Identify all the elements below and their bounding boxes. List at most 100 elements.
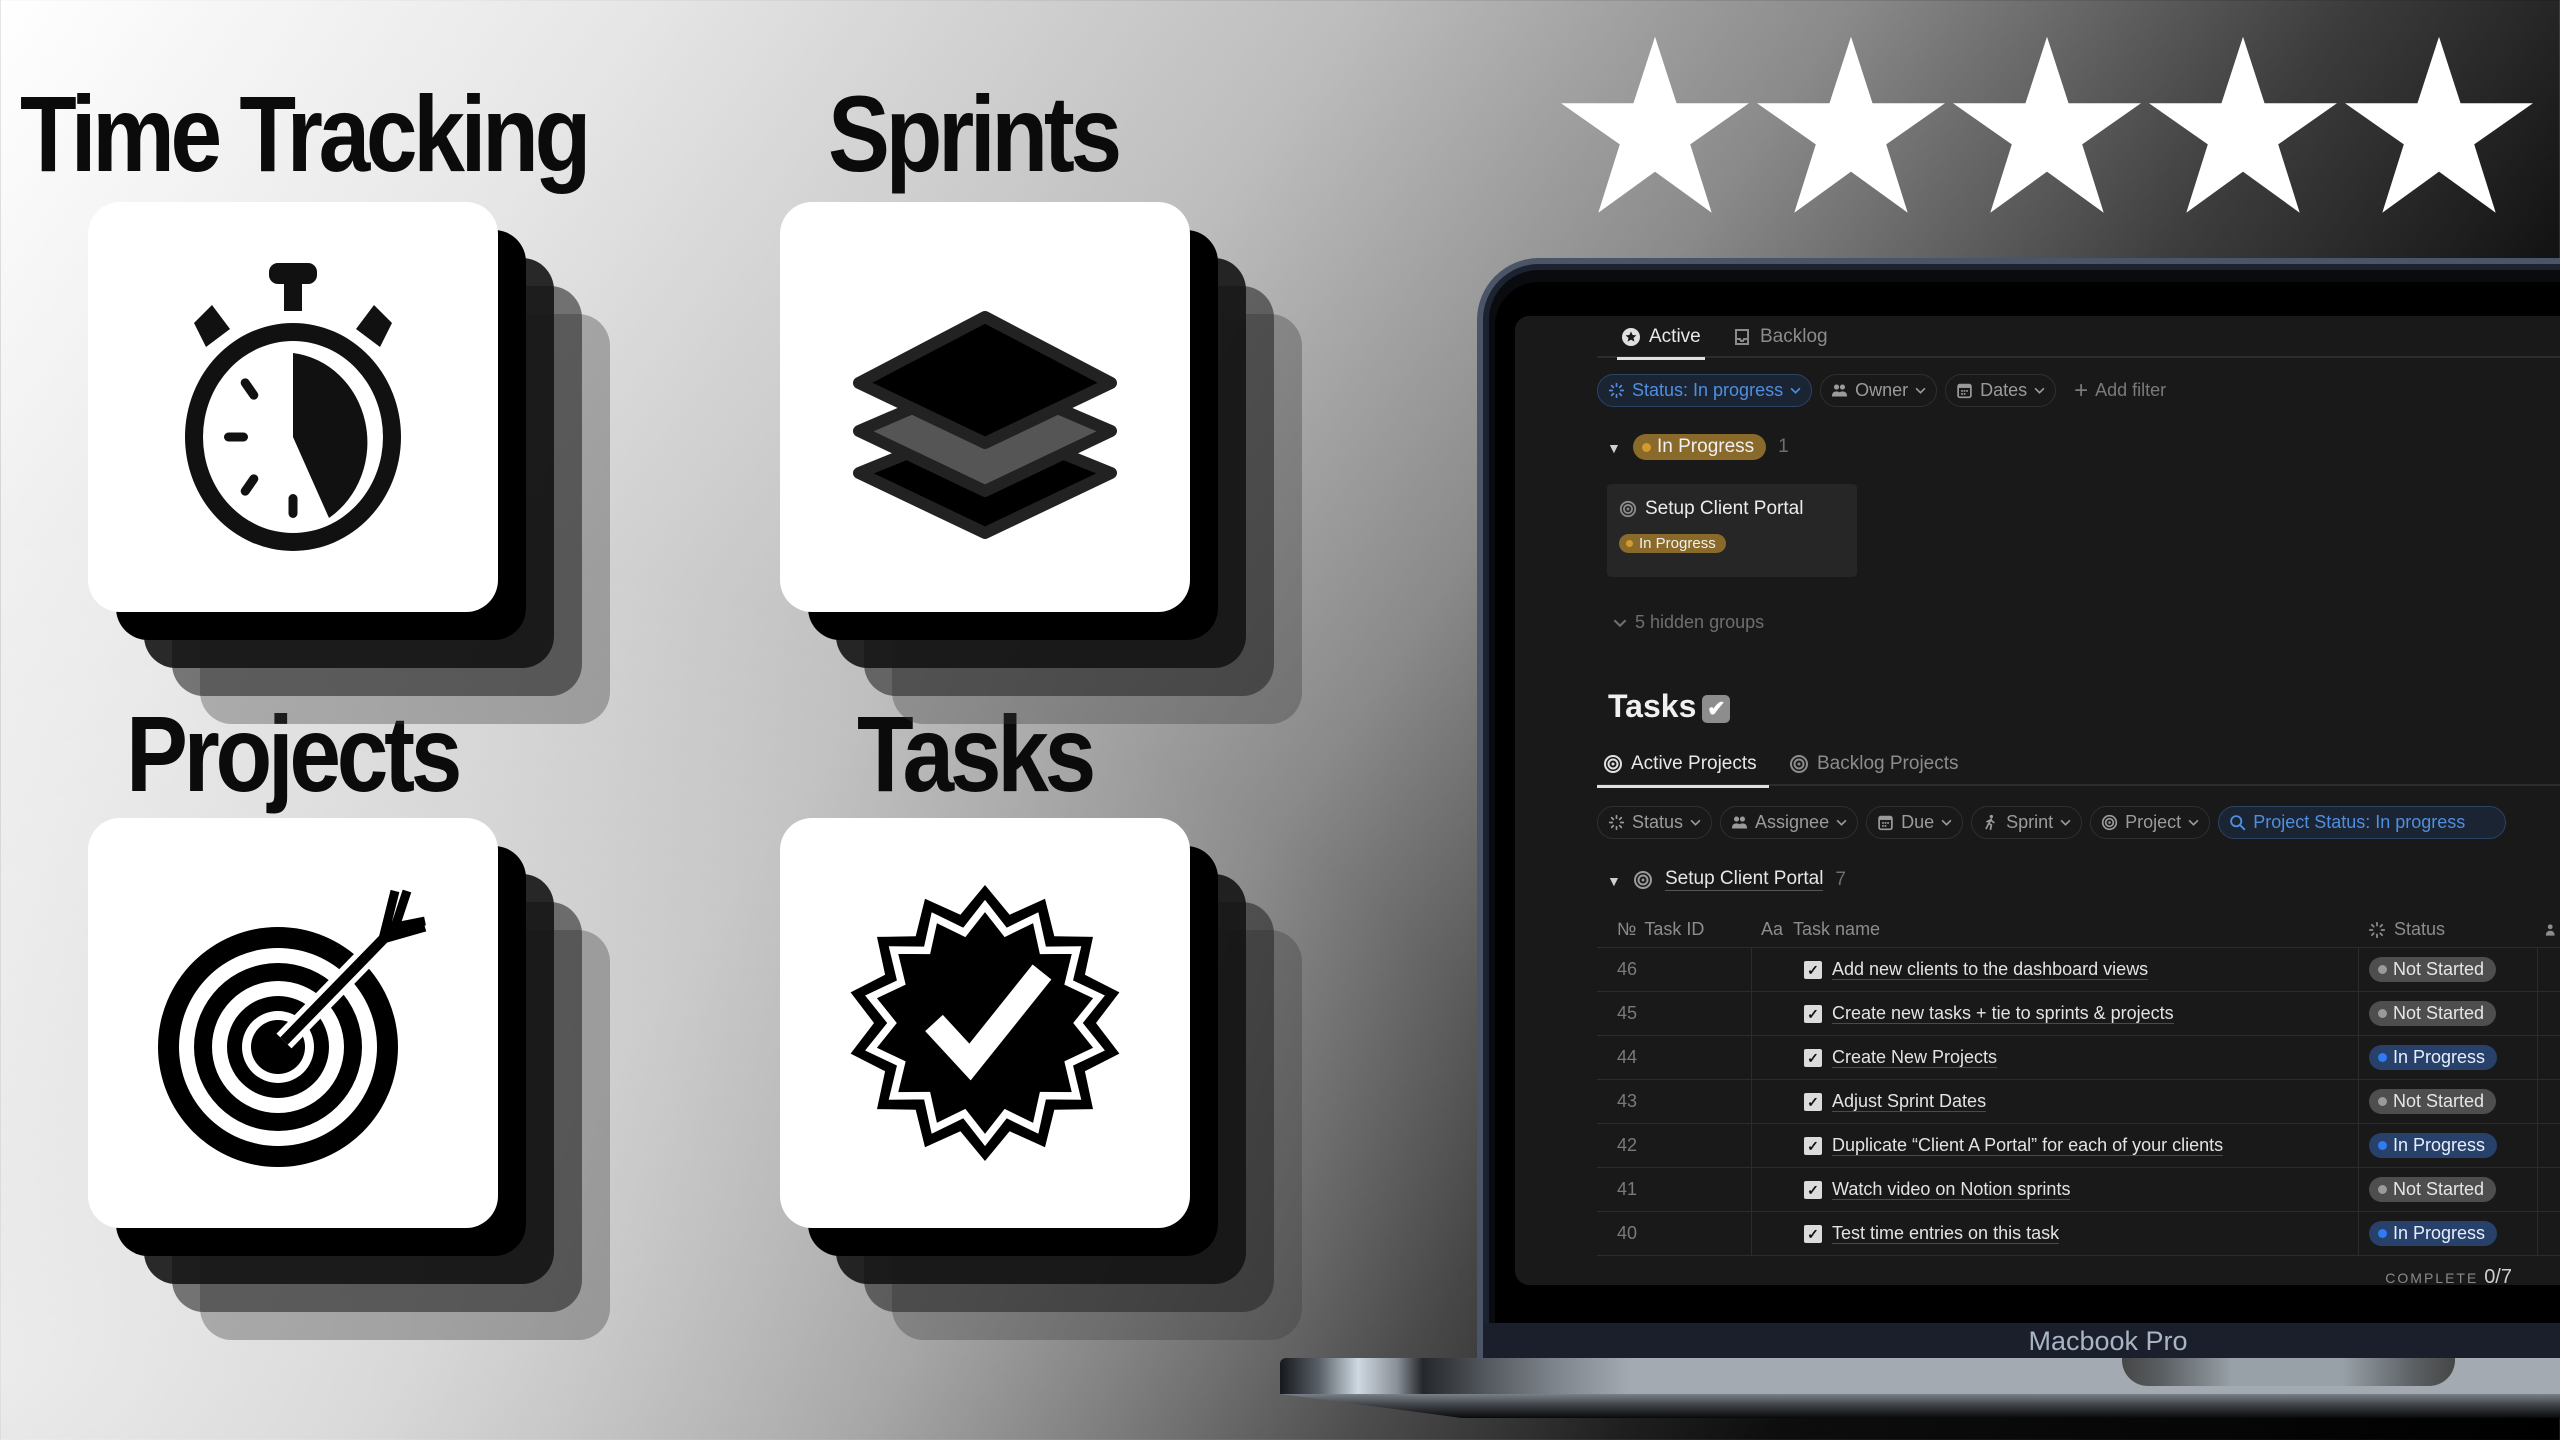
task-status-cell[interactable]: In Progress: [2358, 1036, 2537, 1079]
board-group-header[interactable]: ▼ In Progress 1: [1607, 434, 1789, 460]
task-name[interactable]: Adjust Sprint Dates: [1832, 1091, 1987, 1113]
task-assignee-cell[interactable]: [2537, 1124, 2560, 1167]
task-status-cell[interactable]: Not Started: [2358, 1080, 2537, 1123]
filter-assignee[interactable]: Assignee: [1720, 806, 1859, 839]
laptop-model-label: Macbook Pro: [2028, 1325, 2188, 1356]
stopwatch-icon: [185, 263, 401, 551]
table-row[interactable]: 46 ✓ Add new clients to the dashboard view…: [1597, 948, 2560, 992]
task-name[interactable]: Test time entries on this task: [1832, 1223, 2060, 1245]
filter-sprint[interactable]: Sprint: [1971, 806, 2083, 839]
task-assignee-cell[interactable]: [2537, 948, 2560, 991]
footer-label: COMPLETE: [2385, 1270, 2479, 1285]
checkbox-icon[interactable]: ✓: [1804, 1004, 1822, 1023]
search-icon: [2230, 815, 2246, 831]
star-icon: [1560, 36, 1750, 216]
task-id-cell: 45: [1617, 992, 1751, 1035]
task-name-cell[interactable]: ✓ Create new tasks + tie to sprints & pro…: [1751, 992, 2358, 1035]
status-tag: In Progress: [2369, 1221, 2498, 1246]
status-tag: Not Started: [2369, 1001, 2497, 1026]
column-header-assignee[interactable]: [2537, 912, 2560, 947]
feature-card-time-tracking: [88, 202, 610, 724]
group-title[interactable]: Setup Client Portal: [1665, 868, 1824, 891]
target-icon: [1604, 755, 1622, 773]
table-row[interactable]: 44 ✓ Create New Projects In Progress: [1597, 1036, 2560, 1080]
table-row[interactable]: 45 ✓ Create new tasks + tie to sprints & p…: [1597, 992, 2560, 1036]
layers-icon: [853, 311, 1117, 539]
filter-due[interactable]: Due: [1866, 806, 1964, 839]
table-row[interactable]: 42 ✓ Duplicate “Client A Portal” for each …: [1597, 1124, 2560, 1168]
hidden-groups-toggle[interactable]: 5 hidden groups: [1613, 612, 1764, 633]
filter-label: Owner: [1855, 380, 1909, 400]
task-name-cell[interactable]: ✓ Test time entries on this task: [1751, 1212, 2358, 1255]
task-name[interactable]: Create New Projects: [1832, 1047, 1998, 1069]
column-label: Status: [2394, 919, 2446, 939]
board-card-title: Setup Client Portal: [1645, 498, 1804, 519]
task-status-cell[interactable]: In Progress: [2358, 1212, 2537, 1255]
column-header-task-id[interactable]: № Task ID: [1617, 912, 1751, 947]
task-assignee-cell[interactable]: [2537, 1036, 2560, 1079]
task-assignee-cell[interactable]: [2537, 1080, 2560, 1123]
tab-label: Active: [1649, 326, 1701, 347]
status-tag-label: In Progress: [2393, 1223, 2486, 1243]
checkbox-icon[interactable]: ✓: [1804, 1180, 1822, 1199]
five-star-rating: [1560, 36, 2534, 216]
section-title-text: Tasks: [1608, 688, 1697, 724]
table-row[interactable]: 40 ✓ Test time entries on this task In Prog…: [1597, 1212, 2560, 1256]
target-icon: [1790, 755, 1808, 773]
tab-backlog-projects[interactable]: Backlog Projects: [1789, 742, 1959, 786]
task-id-cell: 46: [1617, 948, 1751, 991]
board-card[interactable]: Setup Client Portal In Progress: [1607, 484, 1857, 577]
status-tag-label: In Progress: [1639, 535, 1716, 552]
collapse-triangle-icon[interactable]: ▼: [1607, 440, 1621, 456]
table-row[interactable]: 41 ✓ Watch video on Notion sprints Not Star…: [1597, 1168, 2560, 1212]
filter-project[interactable]: Project: [2090, 806, 2211, 839]
status-tag-label: In Progress: [1657, 436, 1755, 457]
checkbox-icon[interactable]: ✓: [1804, 1092, 1822, 1111]
column-header-task-name[interactable]: Aa Task name: [1751, 912, 2358, 947]
task-name-cell[interactable]: ✓ Watch video on Notion sprints: [1751, 1168, 2358, 1211]
task-name-cell[interactable]: ✓ Add new clients to the dashboard views: [1751, 948, 2358, 991]
task-name[interactable]: Add new clients to the dashboard views: [1832, 959, 2149, 981]
filter-status[interactable]: Status: [1597, 806, 1713, 839]
checkbox-icon[interactable]: ✓: [1804, 1048, 1822, 1067]
running-icon: [1985, 814, 1995, 831]
task-assignee-cell[interactable]: [2537, 1168, 2560, 1211]
status-dot: [2378, 1009, 2387, 1018]
column-header-status[interactable]: Status: [2358, 912, 2537, 947]
task-id: 41: [1617, 1179, 1638, 1199]
filter-label: Due: [1901, 812, 1935, 832]
filter-owner[interactable]: Owner: [1820, 374, 1938, 407]
task-status-cell[interactable]: Not Started: [2358, 1168, 2537, 1211]
task-status-cell[interactable]: In Progress: [2358, 1124, 2537, 1167]
task-id: 42: [1617, 1135, 1638, 1155]
tab-active-projects[interactable]: Active Projects: [1597, 742, 1769, 788]
filter-status-in-progress[interactable]: Status: In progress: [1597, 374, 1813, 407]
task-name-cell[interactable]: ✓ Create New Projects: [1751, 1036, 2358, 1079]
task-assignee-cell[interactable]: [2537, 992, 2560, 1035]
checkbox-icon[interactable]: ✓: [1804, 1224, 1822, 1243]
task-id-cell: 42: [1617, 1124, 1751, 1167]
filter-project-status[interactable]: Project Status: In progress: [2218, 806, 2507, 839]
task-status-cell[interactable]: Not Started: [2358, 948, 2537, 991]
people-icon: [2545, 923, 2555, 936]
table-group-header[interactable]: ▼ Setup Client Portal 7: [1607, 868, 1846, 891]
filter-dates[interactable]: Dates: [1945, 374, 2057, 407]
checkbox-icon[interactable]: ✓: [1804, 960, 1822, 979]
tab-active[interactable]: Active: [1617, 316, 1705, 360]
tab-backlog[interactable]: Backlog: [1732, 316, 1828, 358]
chevron-down-icon: [1790, 387, 1801, 394]
task-status-cell[interactable]: Not Started: [2358, 992, 2537, 1035]
task-name[interactable]: Duplicate “Client A Portal” for each of …: [1832, 1135, 2224, 1157]
checkbox-icon[interactable]: ✓: [1804, 1136, 1822, 1155]
task-name-cell[interactable]: ✓ Adjust Sprint Dates: [1751, 1080, 2358, 1123]
task-assignee-cell[interactable]: [2537, 1212, 2560, 1255]
status-dot: [1626, 540, 1633, 547]
add-filter-button[interactable]: + Add filter: [2064, 374, 2176, 407]
table-row[interactable]: 43 ✓ Adjust Sprint Dates Not Started: [1597, 1080, 2560, 1124]
collapse-triangle-icon[interactable]: ▼: [1607, 873, 1621, 889]
filter-label: Assignee: [1755, 812, 1830, 832]
task-name[interactable]: Create new tasks + tie to sprints & proj…: [1832, 1003, 2174, 1025]
task-name[interactable]: Watch video on Notion sprints: [1832, 1179, 2071, 1201]
task-name-cell[interactable]: ✓ Duplicate “Client A Portal” for each of…: [1751, 1124, 2358, 1167]
card-face: [88, 818, 498, 1228]
